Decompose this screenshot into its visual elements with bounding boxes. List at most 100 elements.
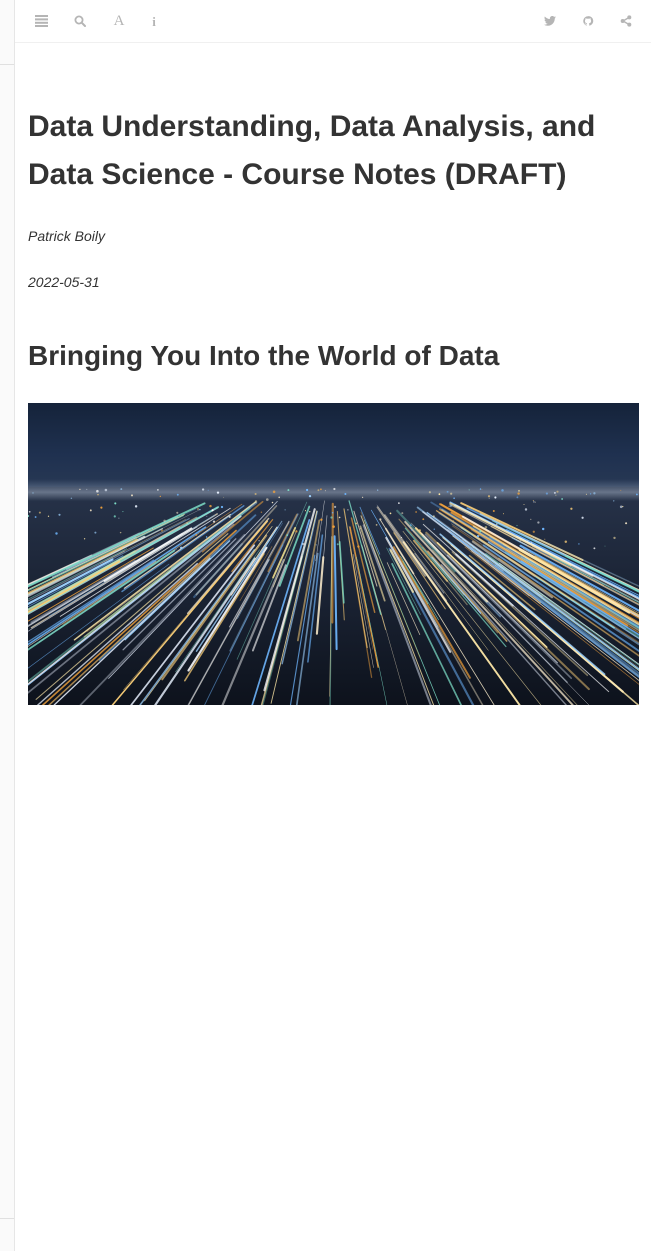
city-light <box>564 540 568 543</box>
city-light <box>308 494 312 498</box>
section-heading: Bringing You Into the World of Data <box>28 340 500 371</box>
city-light <box>468 489 470 491</box>
light-streak <box>331 502 334 624</box>
search-icon[interactable] <box>68 9 92 33</box>
page-title: Data Understanding, Data Analysis, and D… <box>28 110 596 191</box>
city-light <box>613 536 616 540</box>
github-icon[interactable] <box>576 9 600 33</box>
menu-icon[interactable] <box>29 9 53 33</box>
city-light <box>570 507 573 510</box>
city-light <box>604 545 606 547</box>
city-light <box>495 523 498 525</box>
city-light <box>544 538 546 540</box>
city-light <box>537 521 540 524</box>
city-light <box>532 530 535 533</box>
city-light <box>223 496 225 498</box>
city-light <box>205 536 208 538</box>
city-light <box>338 516 341 519</box>
city-light <box>320 518 323 521</box>
city-light <box>28 510 31 513</box>
city-light <box>266 498 269 501</box>
city-light <box>302 542 305 546</box>
city-light <box>32 492 34 494</box>
city-light <box>472 547 474 549</box>
city-light <box>97 493 99 496</box>
twitter-icon[interactable] <box>538 9 562 33</box>
city-light <box>86 488 88 490</box>
city-light <box>449 504 453 508</box>
info-icon[interactable]: i <box>142 9 166 33</box>
city-light <box>278 496 280 499</box>
city-light <box>197 508 199 510</box>
city-light <box>344 492 347 496</box>
city-light <box>199 508 201 511</box>
city-light <box>120 488 123 491</box>
city-light <box>114 502 117 505</box>
city-lights-zoom-image <box>28 403 639 705</box>
city-light <box>58 513 61 516</box>
city-light <box>401 537 403 538</box>
author: Patrick Boily <box>28 228 106 244</box>
city-light <box>446 490 449 493</box>
city-light <box>361 496 364 498</box>
city-light <box>201 488 205 491</box>
city-light <box>533 501 535 503</box>
city-light <box>119 531 122 534</box>
city-light <box>409 524 412 526</box>
city-light <box>516 525 518 527</box>
city-light <box>220 505 224 509</box>
sidebar-divider <box>0 1218 14 1219</box>
city-light <box>484 526 488 529</box>
city-light <box>622 505 624 508</box>
city-light <box>523 504 525 505</box>
city-light <box>531 541 533 543</box>
city-light <box>492 509 495 513</box>
city-light <box>330 516 333 519</box>
city-light <box>379 518 382 521</box>
city-light <box>501 489 504 492</box>
city-light <box>271 501 274 504</box>
city-light <box>47 515 50 517</box>
city-light <box>635 493 638 496</box>
city-light <box>79 488 81 491</box>
city-light <box>593 547 596 550</box>
city-light <box>176 511 179 514</box>
city-light <box>228 515 231 518</box>
city-light <box>518 489 520 492</box>
city-light <box>478 534 480 537</box>
city-light <box>315 544 317 546</box>
city-light <box>487 495 491 498</box>
city-light <box>38 511 41 514</box>
city-light <box>94 531 97 534</box>
date: 2022-05-31 <box>28 274 100 290</box>
city-light <box>161 529 163 532</box>
font-settings-icon[interactable]: A <box>107 9 131 33</box>
city-light <box>331 511 334 514</box>
city-light <box>585 493 587 495</box>
city-light <box>159 495 161 498</box>
book-page: A i Data Understanding, Data Analysis, a… <box>15 0 651 1251</box>
city-light <box>375 524 378 526</box>
city-light <box>428 491 431 494</box>
city-light <box>517 492 520 495</box>
city-light <box>561 498 563 500</box>
city-light <box>179 546 183 550</box>
city-light <box>422 518 425 521</box>
city-lights-zoom-image <box>28 403 639 705</box>
city-light <box>157 489 159 491</box>
city-light <box>295 530 298 533</box>
city-light <box>418 529 421 532</box>
city-light <box>433 528 436 530</box>
city-light <box>272 490 276 494</box>
city-light <box>122 511 124 513</box>
city-light <box>613 500 615 502</box>
city-light <box>113 515 116 518</box>
share-icon[interactable] <box>614 9 638 33</box>
city-light <box>578 543 580 545</box>
city-light <box>163 519 166 523</box>
city-light <box>305 488 309 492</box>
city-light <box>527 540 529 542</box>
city-light <box>581 516 584 519</box>
city-light <box>89 509 92 512</box>
city-light <box>258 540 260 542</box>
